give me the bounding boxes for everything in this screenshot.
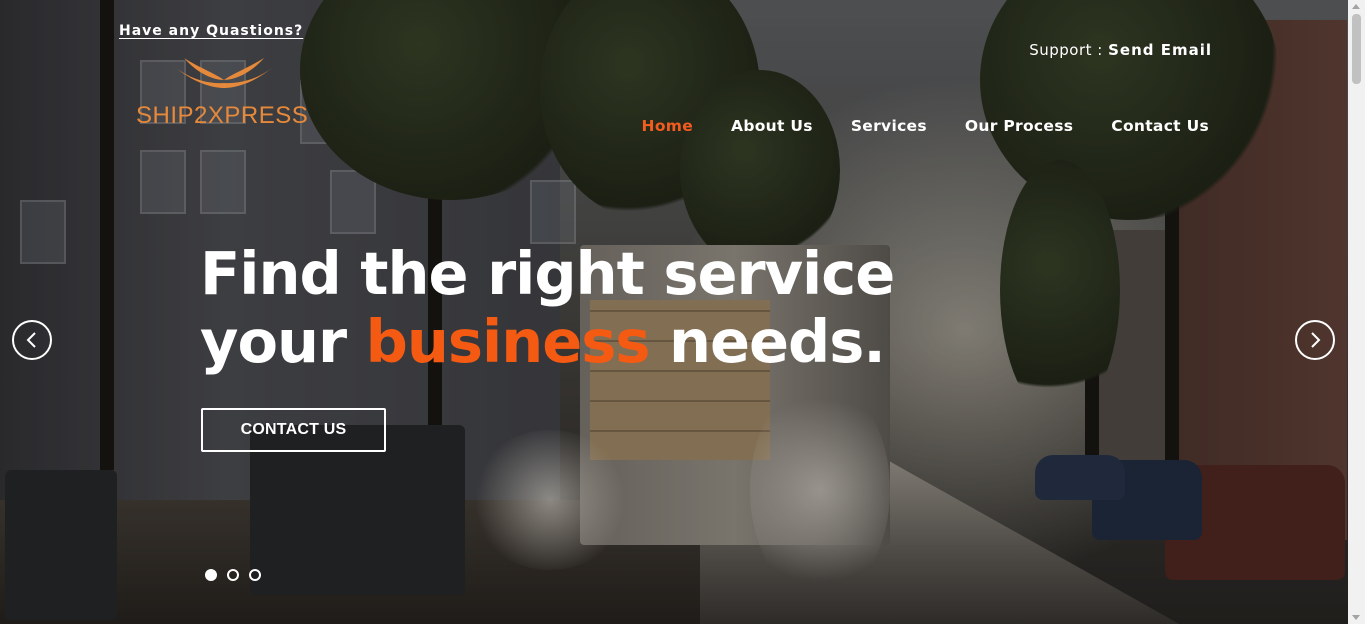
page-scrollbar[interactable] — [1348, 0, 1365, 624]
headline-line-2-start: your — [200, 307, 366, 376]
nav-item-services[interactable]: Services — [851, 117, 927, 135]
headline-line-2-end: needs. — [649, 307, 886, 376]
chevron-left-icon — [26, 332, 36, 348]
scroll-down-arrow-icon[interactable] — [1352, 615, 1360, 620]
nav-item-home[interactable]: Home — [642, 117, 693, 135]
site-logo[interactable]: SHIP2XPRESS — [136, 54, 308, 130]
support-info: Support : Send Email — [1029, 41, 1212, 59]
send-email-link[interactable]: Send Email — [1108, 41, 1212, 59]
chevron-right-icon — [1311, 332, 1321, 348]
headline-line-2: your business needs. — [200, 308, 894, 376]
headline-accent-word: business — [365, 307, 651, 376]
headline-line-1: Find the right service — [200, 239, 895, 308]
scroll-up-arrow-icon[interactable] — [1352, 4, 1360, 9]
slider-prev-button[interactable] — [12, 320, 52, 360]
nav-item-about-us[interactable]: About Us — [731, 117, 813, 135]
nav-item-contact-us[interactable]: Contact Us — [1111, 117, 1209, 135]
main-nav: Home About Us Services Our Process Conta… — [642, 117, 1209, 135]
support-label: Support : — [1029, 41, 1109, 59]
hero-headline: Find the right service your business nee… — [200, 239, 895, 376]
questions-link[interactable]: Have any Quastions? — [119, 23, 303, 39]
hero-slider: Have any Quastions? Support : Send Email… — [0, 0, 1365, 624]
contact-us-button[interactable]: CONTACT US — [201, 408, 386, 452]
slider-dot-3[interactable] — [249, 569, 261, 581]
slider-next-button[interactable] — [1295, 320, 1335, 360]
scrollbar-thumb[interactable] — [1352, 14, 1361, 84]
nav-item-our-process[interactable]: Our Process — [965, 117, 1073, 135]
slider-pagination — [205, 569, 261, 581]
slider-dot-1[interactable] — [205, 569, 217, 581]
logo-text: SHIP2XPRESS — [136, 102, 309, 129]
wings-logo-icon — [176, 58, 272, 88]
slider-dot-2[interactable] — [227, 569, 239, 581]
